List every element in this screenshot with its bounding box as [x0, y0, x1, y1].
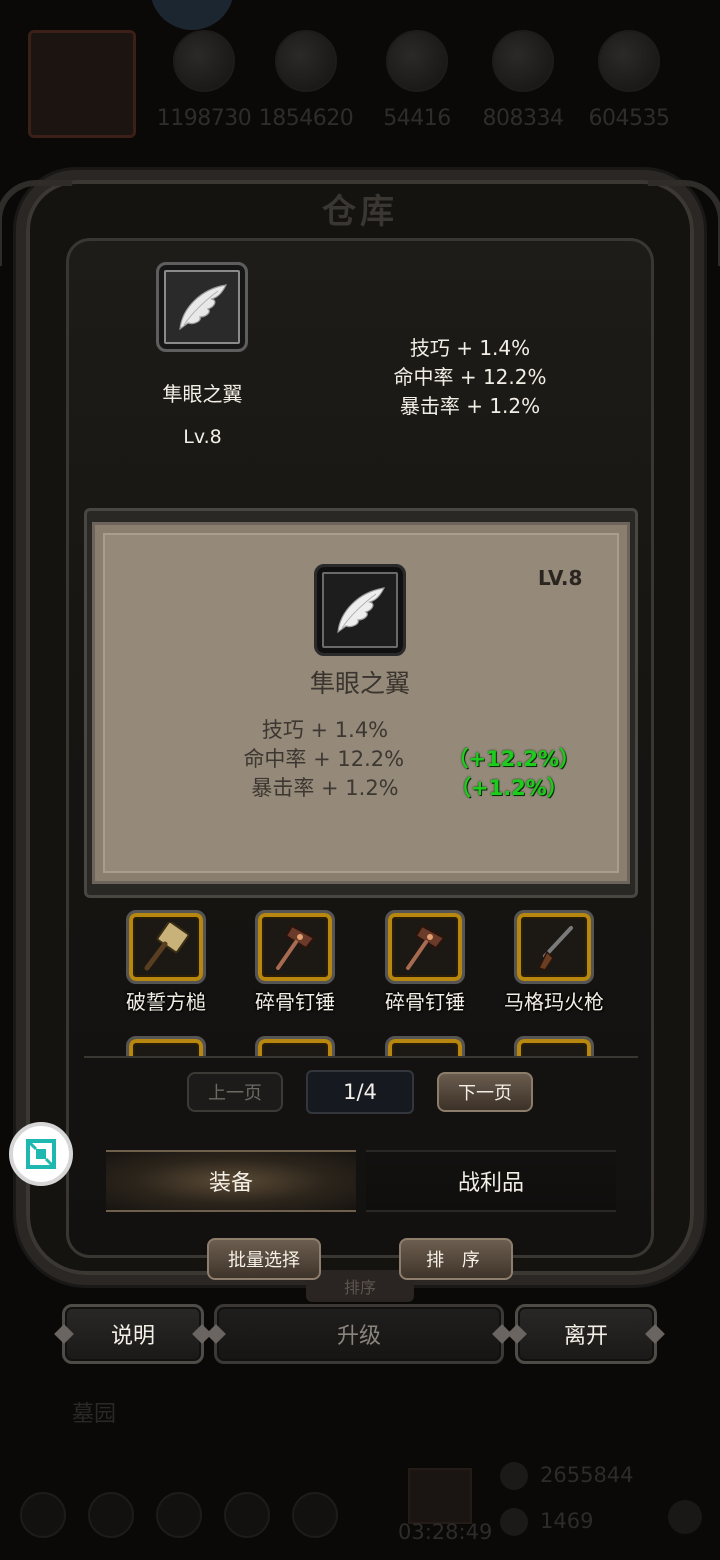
cube-icon: [26, 1139, 56, 1169]
spiked-mace-icon: [276, 924, 316, 970]
resource-slot: 1198730: [156, 30, 252, 131]
detail-item-slot: [314, 564, 406, 656]
resource-slot: 604535: [581, 30, 677, 131]
gem-count: 1469: [500, 1508, 593, 1536]
inventory-item-label: 马格玛火枪: [504, 990, 604, 1014]
wing-icon: [179, 284, 228, 331]
detail-item-stats: 技巧 + 1.4% 命中率 + 12.2% （+12.2%） 暴击率 + 1.2…: [200, 716, 580, 803]
inventory-item[interactable]: [235, 1036, 355, 1058]
detail-stat-bonus: （+1.2%）: [450, 776, 568, 800]
bottom-nav-icons: [20, 1492, 338, 1538]
resource-slot: 54416: [369, 30, 465, 131]
inventory-item-label: 破誓方槌: [126, 990, 206, 1014]
page-indicator: 1/4: [306, 1070, 414, 1114]
inventory-item-slot: [514, 910, 594, 984]
upgrade-button[interactable]: 升级: [214, 1304, 504, 1364]
inventory-grid[interactable]: 破誓方槌 碎骨钉锤 碎骨钉锤 马格玛火枪: [92, 898, 630, 1058]
help-button[interactable]: 说明: [62, 1304, 204, 1364]
detail-stat-text: 技巧 + 1.4%: [261, 718, 389, 742]
tab-loot[interactable]: 战利品: [366, 1150, 616, 1212]
gold-count: 2655844: [500, 1462, 634, 1490]
equipped-item-level: Lv.8: [183, 426, 222, 448]
resource-slot: 1854620: [258, 30, 354, 131]
resource-orb-icon: [598, 30, 660, 92]
resource-orb-icon: [173, 30, 235, 92]
hammer-icon: [144, 922, 190, 971]
batch-select-button[interactable]: 批量选择: [207, 1238, 321, 1280]
sort-button[interactable]: 排 序: [399, 1238, 513, 1280]
tab-equipment[interactable]: 装备: [106, 1150, 356, 1212]
inventory-item-label: 碎骨钉锤: [255, 990, 335, 1014]
chest-icon: [408, 1468, 472, 1524]
detail-stat-row: 技巧 + 1.4%: [200, 716, 580, 745]
resource-count: 1198730: [156, 106, 252, 131]
inventory-item[interactable]: 碎骨钉锤: [365, 910, 485, 1015]
equipped-item-slot[interactable]: [156, 262, 248, 352]
detail-item-name: 隼眼之翼: [309, 669, 410, 698]
resource-count: 604535: [588, 106, 670, 131]
next-page-button[interactable]: 下一页: [437, 1072, 533, 1112]
resource-slot: 808334: [475, 30, 571, 131]
equipped-item-stats: 技巧 + 1.4% 命中率 + 12.2% 暴击率 + 1.2%: [350, 334, 590, 421]
sort-button-shadow: 排序: [306, 1270, 414, 1302]
equipped-stat: 命中率 + 12.2%: [393, 365, 547, 389]
nav-icon: [292, 1492, 338, 1538]
detail-stat-row: 命中率 + 12.2% （+12.2%）: [200, 745, 580, 774]
inventory-item-slot: [385, 910, 465, 984]
detail-stat-text: 命中率 + 12.2%: [243, 747, 405, 771]
window-title: 仓库: [322, 192, 398, 232]
musket-icon: [537, 926, 573, 971]
detail-stat-text: 暴击率 + 1.2%: [251, 776, 399, 800]
resource-count: 54416: [383, 106, 451, 131]
chest-timer: 03:28:49: [398, 1520, 493, 1544]
resource-count: 1854620: [258, 106, 354, 131]
inventory-item-slot: [255, 910, 335, 984]
resource-orb-icon: [386, 30, 448, 92]
inventory-item-label: 碎骨钉锤: [385, 990, 465, 1014]
nav-icon: [156, 1492, 202, 1538]
top-mascot-icon: [150, 0, 234, 30]
exit-button[interactable]: 离开: [515, 1304, 657, 1364]
detail-stat-bonus: （+12.2%）: [447, 747, 580, 771]
floating-tool-button[interactable]: [9, 1122, 73, 1186]
equipped-item-name: 隼眼之翼: [162, 382, 243, 406]
inventory-item[interactable]: 碎骨钉锤: [235, 910, 355, 1015]
inventory-item[interactable]: [365, 1036, 485, 1058]
resource-count: 808334: [482, 106, 564, 131]
inventory-item-slot: [255, 1036, 335, 1058]
inventory-item-slot: [126, 910, 206, 984]
nav-icon: [88, 1492, 134, 1538]
prev-page-button[interactable]: 上一页: [187, 1072, 283, 1112]
resource-orb-icon: [275, 30, 337, 92]
inventory-item-slot: [514, 1036, 594, 1058]
inventory-item[interactable]: [494, 1036, 614, 1058]
inventory-item-slot: [126, 1036, 206, 1058]
inventory-item[interactable]: 马格玛火枪: [494, 910, 614, 1015]
resource-orb-icon: [492, 30, 554, 92]
player-portrait: [28, 30, 136, 138]
spiked-mace-icon: [406, 924, 446, 970]
inventory-item[interactable]: [106, 1036, 226, 1058]
nav-icon: [224, 1492, 270, 1538]
inventory-item[interactable]: 破誓方槌: [106, 910, 226, 1015]
equipped-stat: 暴击率 + 1.2%: [399, 394, 541, 418]
help-icon: [668, 1500, 702, 1534]
nav-icon: [20, 1492, 66, 1538]
inventory-item-slot: [385, 1036, 465, 1058]
detail-stat-row: 暴击率 + 1.2% （+1.2%）: [200, 774, 580, 803]
equipped-stat: 技巧 + 1.4%: [409, 336, 531, 360]
graveyard-label: 墓园: [72, 1402, 117, 1427]
detail-item-level: LV.8: [538, 566, 583, 590]
wing-icon: [337, 587, 386, 634]
